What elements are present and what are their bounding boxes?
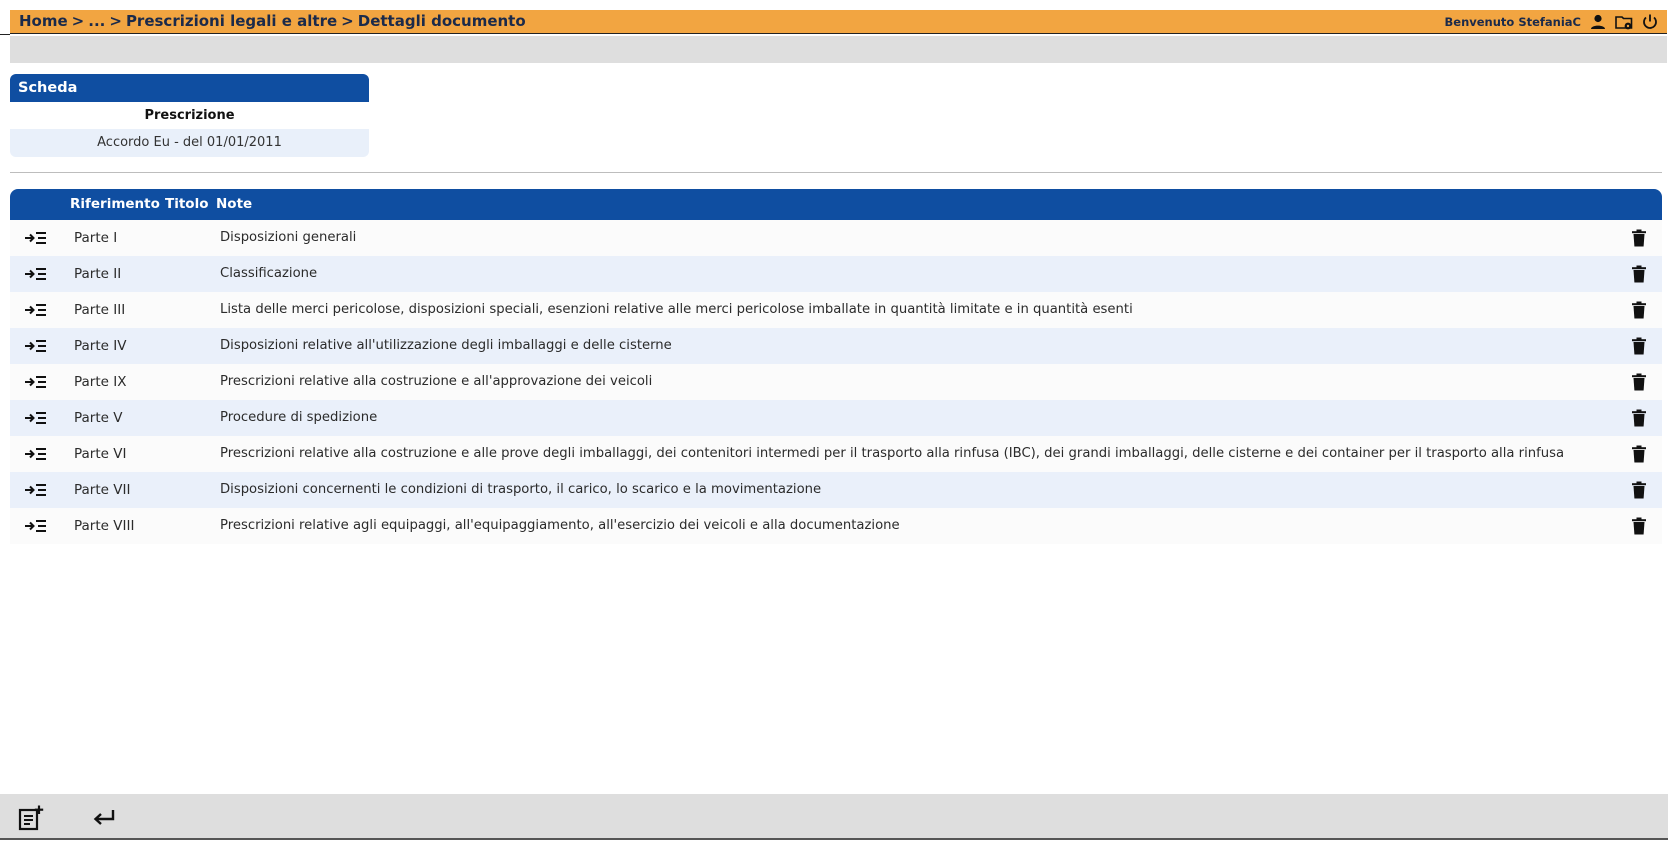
cell-note: Prescrizioni relative alla costruzione e… xyxy=(220,374,653,389)
table-body: Parte I Disposizioni generali Parte II Clas… xyxy=(10,220,1662,544)
cell-note: Disposizioni generali xyxy=(220,230,357,245)
breadcrumb-prescrizioni[interactable]: Prescrizioni legali e altre xyxy=(126,12,337,30)
return-arrow-icon[interactable] xyxy=(90,804,118,832)
cell-note: Procedure di spedizione xyxy=(220,410,378,425)
cell-riferimento: Parte VI xyxy=(74,446,127,462)
welcome-text: Benvenuto StefaniaC xyxy=(1444,15,1582,29)
trash-icon[interactable] xyxy=(1631,337,1647,355)
cell-note: Classificazione xyxy=(220,266,318,281)
expand-list-icon[interactable] xyxy=(24,373,48,391)
expand-list-icon[interactable] xyxy=(24,265,48,283)
cell-riferimento: Parte III xyxy=(74,302,126,318)
cell-note: Disposizioni concernenti le condizioni d… xyxy=(220,482,822,497)
column-header-riferimento[interactable]: Riferimento xyxy=(70,189,160,220)
cell-riferimento: Parte II xyxy=(74,266,122,282)
folder-settings-icon[interactable] xyxy=(1615,13,1633,31)
trash-icon[interactable] xyxy=(1631,301,1647,319)
trash-icon[interactable] xyxy=(1631,409,1647,427)
user-icon[interactable] xyxy=(1589,13,1607,31)
column-header-note[interactable]: Note xyxy=(216,189,252,220)
table-row[interactable]: Parte I Disposizioni generali xyxy=(10,220,1662,256)
breadcrumb-separator: > xyxy=(71,12,85,30)
add-document-icon[interactable] xyxy=(17,804,45,832)
trash-icon[interactable] xyxy=(1631,445,1647,463)
cell-riferimento: Parte VII xyxy=(74,482,131,498)
cell-riferimento: Parte IX xyxy=(74,374,127,390)
header-left-rule xyxy=(0,34,10,35)
expand-list-icon[interactable] xyxy=(24,481,48,499)
trash-icon[interactable] xyxy=(1631,229,1647,247)
column-header-titolo[interactable]: Titolo xyxy=(165,189,208,220)
cell-riferimento: Parte I xyxy=(74,230,118,246)
table-row[interactable]: Parte IV Disposizioni relative all'utiliz… xyxy=(10,328,1662,364)
trash-icon[interactable] xyxy=(1631,517,1647,535)
table-row[interactable]: Parte III Lista delle merci pericolose, d… xyxy=(10,292,1662,328)
breadcrumb-home[interactable]: Home xyxy=(19,12,68,30)
table-row[interactable]: Parte VIII Prescrizioni relative agli equ… xyxy=(10,508,1662,544)
section-divider xyxy=(10,172,1662,173)
trash-icon[interactable] xyxy=(1631,481,1647,499)
expand-list-icon[interactable] xyxy=(24,445,48,463)
cell-note: Prescrizioni relative alla costruzione e… xyxy=(220,446,1565,461)
scheda-card: Scheda Prescrizione Accordo Eu - del 01/… xyxy=(10,74,369,157)
cell-note: Lista delle merci pericolose, disposizio… xyxy=(220,302,1133,317)
breadcrumb-separator: > xyxy=(109,12,122,30)
card-field-label: Prescrizione xyxy=(10,102,369,129)
table-row[interactable]: Parte II Classificazione xyxy=(10,256,1662,292)
parts-table: Riferimento Titolo Note Parte I Disposizi… xyxy=(10,189,1662,544)
expand-list-icon[interactable] xyxy=(24,229,48,247)
cell-riferimento: Parte V xyxy=(74,410,123,426)
card-field-value: Accordo Eu - del 01/01/2011 xyxy=(10,129,369,157)
cell-note: Disposizioni relative all'utilizzazione … xyxy=(220,338,672,353)
cell-riferimento: Parte VIII xyxy=(74,518,135,534)
breadcrumb-separator: > xyxy=(341,12,354,30)
cell-riferimento: Parte IV xyxy=(74,338,127,354)
top-header: Home >... > Prescrizioni legali e altre > Det… xyxy=(10,10,1667,34)
table-header: Riferimento Titolo Note xyxy=(10,189,1662,220)
table-row[interactable]: Parte VII Disposizioni concernenti le con… xyxy=(10,472,1662,508)
toolbar-bar xyxy=(10,36,1667,63)
expand-list-icon[interactable] xyxy=(24,337,48,355)
header-user-area: Benvenuto StefaniaC xyxy=(1445,13,1660,31)
trash-icon[interactable] xyxy=(1631,265,1647,283)
breadcrumb-current-page: Dettagli documento xyxy=(357,12,526,30)
table-row[interactable]: Parte IX Prescrizioni relative alla costr… xyxy=(10,364,1662,400)
power-icon[interactable] xyxy=(1641,13,1659,31)
expand-list-icon[interactable] xyxy=(24,409,48,427)
table-row[interactable]: Parte VI Prescrizioni relative alla costr… xyxy=(10,436,1662,472)
breadcrumb: Home >... > Prescrizioni legali e altre > Det… xyxy=(19,12,526,30)
breadcrumb-ellipsis[interactable]: ... xyxy=(88,12,105,30)
cell-note: Prescrizioni relative agli equipaggi, al… xyxy=(220,518,900,533)
trash-icon[interactable] xyxy=(1631,373,1647,391)
expand-list-icon[interactable] xyxy=(24,517,48,535)
card-title: Scheda xyxy=(10,74,369,102)
footer-bar xyxy=(0,794,1668,840)
expand-list-icon[interactable] xyxy=(24,301,48,319)
table-row[interactable]: Parte V Procedure di spedizione xyxy=(10,400,1662,436)
